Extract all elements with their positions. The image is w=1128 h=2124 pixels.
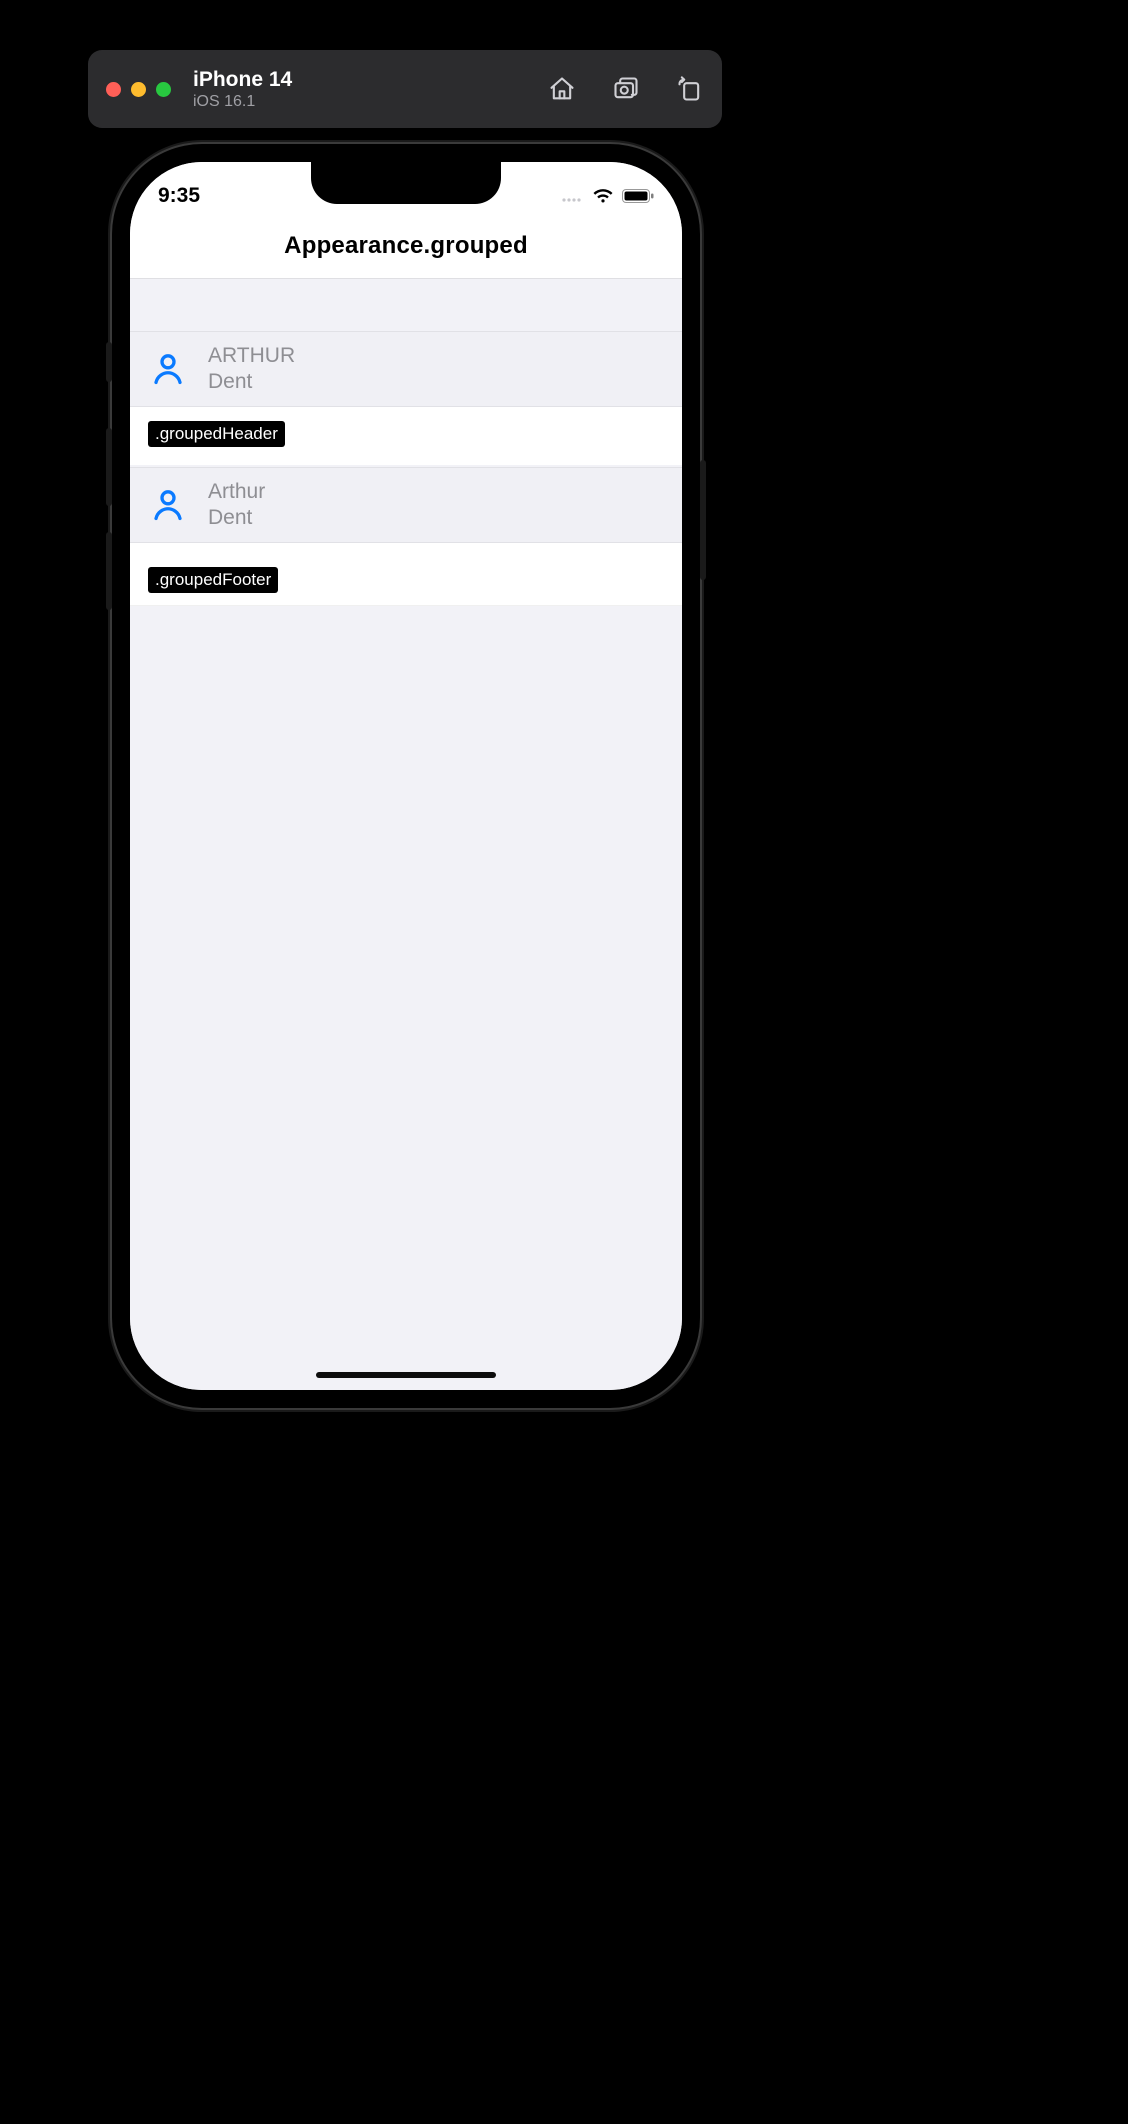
list-item-title: ARTHUR (208, 344, 295, 368)
cellular-icon (562, 190, 584, 202)
rotate-icon[interactable] (676, 75, 704, 103)
tableview-content[interactable]: ARTHUR Dent .groupedHeader Arthur Dent (130, 279, 682, 1390)
notch (311, 162, 501, 204)
volume-up-button (106, 428, 112, 506)
status-time: 9:35 (158, 184, 200, 208)
section-header-row: .groupedHeader (130, 407, 682, 465)
side-button (700, 460, 706, 580)
list-item-subtitle: Dent (208, 506, 265, 530)
grouped-header-annotation: .groupedHeader (148, 421, 285, 447)
close-window-button[interactable] (106, 82, 121, 97)
person-icon (150, 351, 186, 387)
navigation-bar: Appearance.grouped (130, 216, 682, 278)
device-frame: 9:35 Appearance.groupe (112, 144, 700, 1408)
person-icon (150, 487, 186, 523)
simulator-titlebar: iPhone 14 iOS 16.1 (88, 50, 722, 128)
navigation-title: Appearance.grouped (284, 232, 528, 259)
home-icon[interactable] (548, 75, 576, 103)
simulator-device-label: iPhone 14 (193, 67, 292, 92)
simulator-os-label: iOS 16.1 (193, 92, 292, 111)
list-item-subtitle: Dent (208, 370, 295, 394)
grouped-footer-annotation: .groupedFooter (148, 567, 278, 593)
window-traffic-lights (106, 82, 171, 97)
zoom-window-button[interactable] (156, 82, 171, 97)
list-item[interactable]: Arthur Dent (130, 467, 682, 543)
battery-icon (622, 189, 654, 203)
home-indicator[interactable] (316, 1372, 496, 1378)
section-footer-row: .groupedFooter (130, 543, 682, 606)
wifi-icon (592, 188, 614, 204)
volume-down-button (106, 532, 112, 610)
list-item-title: Arthur (208, 480, 265, 504)
status-right-icons (562, 188, 654, 204)
screenshot-icon[interactable] (612, 75, 640, 103)
mute-switch (106, 342, 112, 382)
simulator-title-group: iPhone 14 iOS 16.1 (193, 67, 292, 111)
minimize-window-button[interactable] (131, 82, 146, 97)
device-screen: 9:35 Appearance.groupe (130, 162, 682, 1390)
list-item-text: ARTHUR Dent (208, 344, 295, 394)
list-item[interactable]: ARTHUR Dent (130, 331, 682, 407)
list-item-text: Arthur Dent (208, 480, 265, 530)
